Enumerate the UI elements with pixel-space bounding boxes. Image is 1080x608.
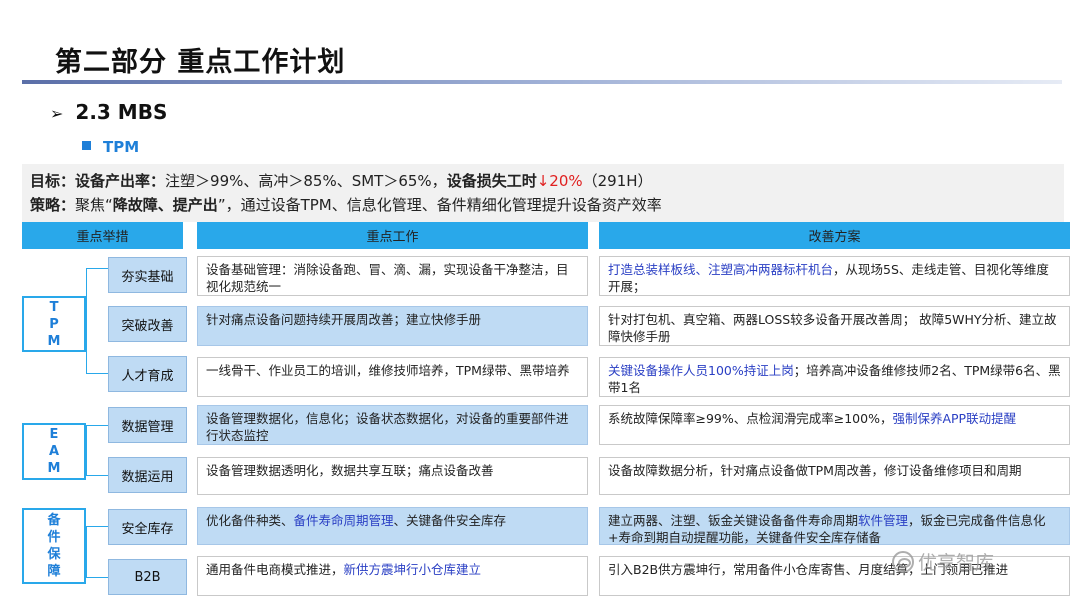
strategy-label: 策略：	[30, 196, 76, 214]
goal-text1: 注塑＞99%、高冲＞85%、SMT＞65%，	[165, 172, 447, 190]
plan-cell: 引入B2B供方震坤行，常用备件小仓库寄售、月度结算，上门领用已推进	[599, 556, 1070, 596]
measure-item: 夯实基础	[108, 257, 187, 293]
bracket-spare-parts	[86, 526, 108, 578]
section-label: 2.3 MBS	[75, 100, 168, 124]
work-cell: 通用备件电商模式推进，新供方震坤行小仓库建立	[197, 556, 588, 596]
cell-text: 系统故障保障率≥99%、点检润滑完成率≥100%，	[608, 411, 893, 426]
subsection-label: TPM	[103, 138, 140, 156]
cell-text: 通用备件电商模式推进，	[206, 562, 344, 577]
measure-item: 人才育成	[108, 356, 187, 392]
work-cell: 针对痛点设备问题持续开展周改善；建立快修手册	[197, 306, 588, 346]
bracket-tpm	[86, 268, 108, 374]
strategy-text1: 聚焦“	[75, 196, 113, 214]
highlight-text: 强制保养APP联动提醒	[892, 411, 1017, 426]
work-cell: 设备管理数据化，信息化；设备状态数据化，对设备的重要部件进行状态监控	[197, 405, 588, 445]
cell-text: 优化备件种类、	[206, 513, 294, 528]
strategy-text2: ”，通过设备TPM、信息化管理、备件精细化管理提升设备资产效率	[217, 196, 662, 214]
highlight-text: 新供方震坤行小仓库建立	[343, 562, 482, 577]
cell-text: 设备管理数据化，信息化；设备状态数据化，对设备的重要部件进行状态监控	[206, 411, 569, 443]
group-tpm-label: T P M	[47, 299, 61, 349]
work-cell: 优化备件种类、备件寿命周期管理、关键备件安全库存	[197, 507, 588, 545]
cell-text: 设备基础管理：消除设备跑、冒、滴、漏，实现设备干净整洁，目视化规范统一	[206, 262, 569, 294]
measure-item: 数据运用	[108, 457, 187, 493]
subsection-heading: TPM	[82, 138, 139, 156]
highlight-text: 备件寿命周期管理	[293, 513, 394, 528]
cell-text: 设备故障数据分析，针对痛点设备做TPM周改善，修订设备维修项目和周期	[608, 463, 1022, 478]
work-cell: 一线骨干、作业员工的培训，维修技师培养，TPM绿带、黑带培养	[197, 357, 588, 397]
cell-text: 一线骨干、作业员工的培训，维修技师培养，TPM绿带、黑带培养	[206, 363, 570, 378]
measure-item: 突破改善	[108, 306, 187, 342]
header-work: 重点工作	[197, 222, 588, 249]
goal-metric1: 设备产出率：	[75, 172, 166, 190]
plan-cell: 打造总装样板线、注塑高冲两器标杆机台，从现场5S、走线走管、目视化等维度开展；	[599, 256, 1070, 296]
group-spare-parts-label: 备件保障	[47, 513, 61, 579]
square-bullet-icon	[82, 141, 91, 150]
cell-text: 针对打包机、真空箱、两器LOSS较多设备开展改善周； 故障5WHY分析、建立故障…	[608, 312, 1057, 344]
group-tpm: T P M	[22, 296, 86, 352]
highlight-text: 软件管理	[858, 513, 909, 528]
cell-text: 、关键备件安全库存	[393, 513, 507, 528]
goal-red-value: ↓20%	[536, 172, 583, 190]
strategy-bold: 降故障、提产出	[112, 196, 218, 214]
goal-text2: （291H）	[582, 172, 653, 190]
work-cell: 设备基础管理：消除设备跑、冒、滴、漏，实现设备干净整洁，目视化规范统一	[197, 256, 588, 296]
cell-text: 建立两器、注塑、钣金关键设备备件寿命周期	[608, 513, 859, 528]
measure-item: 数据管理	[108, 407, 187, 443]
strategy-line: 策略：聚焦“降故障、提产出”，通过设备TPM、信息化管理、备件精细化管理提升设备…	[30, 194, 662, 215]
group-spare-parts: 备件保障	[22, 508, 86, 584]
highlight-text: 打造总装样板线、注塑高冲两器标杆机台	[608, 262, 834, 277]
wechat-logo-icon	[892, 551, 914, 573]
arrow-bullet-icon: ➢	[50, 104, 64, 123]
title-underline	[22, 80, 1062, 84]
goal-metric2: 设备损失工时	[446, 172, 537, 190]
plan-cell: 针对打包机、真空箱、两器LOSS较多设备开展改善周； 故障5WHY分析、建立故障…	[599, 306, 1070, 346]
plan-cell: 设备故障数据分析，针对痛点设备做TPM周改善，修订设备维修项目和周期	[599, 457, 1070, 495]
goal-label: 目标：	[30, 172, 76, 190]
group-eam: E A M	[22, 423, 86, 480]
section-heading: ➢ 2.3 MBS	[50, 100, 167, 124]
plan-cell: 建立两器、注塑、钣金关键设备备件寿命周期软件管理，钣金已完成备件信息化+寿命到期…	[599, 507, 1070, 545]
plan-cell: 关键设备操作人员100%持证上岗；培养高冲设备维修技师2名、TPM绿带6名、黑带…	[599, 357, 1070, 397]
watermark-text: 优享智库	[918, 552, 995, 574]
highlight-text: 关键设备操作人员100%持证上岗	[608, 363, 794, 378]
measure-item: B2B	[108, 559, 187, 595]
work-cell: 设备管理数据透明化，数据共享互联；痛点设备改善	[197, 457, 588, 495]
header-plan: 改善方案	[599, 222, 1070, 249]
bracket-eam	[86, 425, 108, 476]
cell-text: 设备管理数据透明化，数据共享互联；痛点设备改善	[206, 463, 494, 478]
group-eam-label: E A M	[47, 427, 61, 476]
watermark: 优享智库	[892, 548, 994, 575]
header-measures: 重点举措	[22, 222, 183, 249]
goal-line: 目标：设备产出率：注塑＞99%、高冲＞85%、SMT＞65%，设备损失工时↓20…	[30, 170, 653, 191]
plan-cell: 系统故障保障率≥99%、点检润滑完成率≥100%，强制保养APP联动提醒	[599, 405, 1070, 445]
page-title: 第二部分 重点工作计划	[55, 47, 346, 78]
measure-item: 安全库存	[108, 509, 187, 545]
cell-text: 针对痛点设备问题持续开展周改善；建立快修手册	[206, 312, 482, 327]
